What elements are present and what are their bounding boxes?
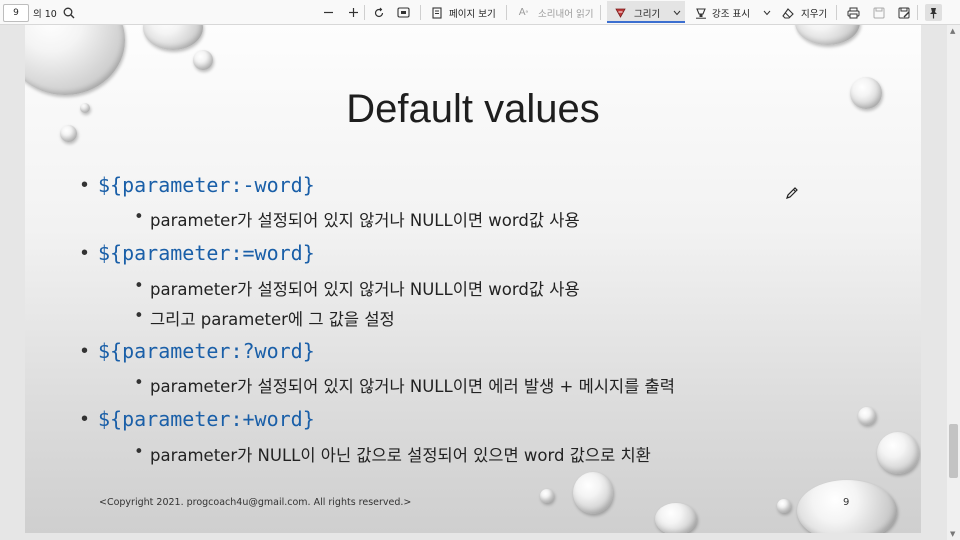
pin-icon[interactable]	[925, 4, 942, 21]
scrollbar-thumb[interactable]	[949, 424, 958, 478]
bullet-dot: •	[134, 373, 144, 392]
chevron-down-icon[interactable]	[758, 4, 775, 21]
bullet-dot: •	[81, 242, 89, 264]
toolbar-divider	[420, 5, 421, 20]
toolbar-divider	[836, 5, 837, 20]
water-drop-decoration	[540, 489, 554, 503]
water-drop-decoration	[858, 407, 876, 425]
save-icon	[870, 4, 887, 21]
bullet-code-item: • ${parameter:+word}	[81, 407, 315, 431]
eraser-icon[interactable]	[780, 4, 797, 21]
bullet-sub-text: parameter가 NULL이 아닌 값으로 설정되어 있으면 word 값으…	[150, 446, 651, 465]
water-drop-decoration	[795, 25, 860, 45]
toolbar-divider	[364, 5, 365, 20]
minus-icon[interactable]	[320, 4, 337, 21]
scroll-up-arrow[interactable]: ▲	[950, 27, 955, 35]
read-aloud-icon: Aᵃ	[518, 7, 529, 18]
read-aloud-button[interactable]: 소리내어 읽기	[538, 0, 593, 25]
bullet-sub-item: • parameter가 설정되어 있지 않거나 NULL이면 word값 사용	[134, 207, 580, 231]
bullet-sub-item: • parameter가 NULL이 아닌 값으로 설정되어 있으면 word …	[134, 442, 651, 466]
chevron-down-icon[interactable]	[668, 4, 685, 21]
erase-button[interactable]: 지우기	[801, 0, 827, 25]
page-view-button[interactable]: 페이지 보기	[449, 0, 496, 25]
pen-cursor-icon	[785, 185, 799, 204]
bullet-code-item: • ${parameter:?word}	[81, 339, 315, 363]
bullet-code-item: • ${parameter:=word}	[81, 241, 315, 265]
bullet-code-item: • ${parameter:-word}	[81, 173, 315, 197]
water-drop-decoration	[143, 25, 203, 50]
slide-page-number: 9	[843, 497, 850, 508]
page-total-label: 의 10	[33, 8, 57, 20]
water-drop-decoration	[25, 25, 125, 95]
toolbar-divider	[917, 5, 918, 20]
rotate-icon[interactable]	[370, 4, 387, 21]
bullet-dot: •	[81, 174, 89, 196]
slide-footer: <Copyright 2021. progcoach4u@gmail.com. …	[99, 497, 412, 508]
bullet-code-text: ${parameter:=word}	[98, 241, 315, 265]
bullet-dot: •	[134, 276, 144, 295]
bullet-sub-text: parameter가 설정되어 있지 않거나 NULL이면 word값 사용	[150, 211, 580, 230]
pdf-toolbar: 9 의 10 페이지 보기 Aᵃ 소리내어 읽기 그리기 강조 표시 지우기	[0, 0, 960, 25]
water-drop-decoration	[655, 503, 697, 533]
bullet-dot: •	[81, 408, 89, 430]
water-drop-decoration	[573, 472, 613, 514]
scroll-down-arrow[interactable]: ▼	[950, 530, 955, 538]
toolbar-divider	[506, 5, 507, 20]
fit-icon[interactable]	[395, 4, 412, 21]
bullet-dot: •	[134, 306, 144, 325]
page-view-icon[interactable]	[428, 4, 445, 21]
draw-label[interactable]: 그리기	[634, 0, 660, 25]
bullet-sub-item: • 그리고 parameter에 그 값을 설정	[134, 306, 395, 330]
plus-icon[interactable]	[345, 4, 362, 21]
print-icon[interactable]	[845, 4, 862, 21]
toolbar-divider	[600, 5, 601, 20]
bullet-code-text: ${parameter:-word}	[98, 173, 315, 197]
draw-icon[interactable]	[612, 4, 629, 21]
bullet-dot: •	[134, 442, 144, 461]
water-drop-decoration	[193, 50, 213, 70]
bullet-sub-item: • parameter가 설정되어 있지 않거나 NULL이면 에러 발생 + …	[134, 373, 675, 397]
slide-title: Default values	[346, 87, 600, 131]
bullet-code-text: ${parameter:?word}	[98, 339, 315, 363]
highlight-icon[interactable]	[692, 4, 709, 21]
bullet-code-text: ${parameter:+word}	[98, 407, 315, 431]
search-icon[interactable]	[60, 4, 77, 21]
page-number-input[interactable]: 9	[3, 4, 29, 22]
bullet-sub-text: parameter가 설정되어 있지 않거나 NULL이면 word값 사용	[150, 280, 580, 299]
bullet-dot: •	[134, 207, 144, 226]
highlight-button[interactable]: 강조 표시	[712, 0, 750, 25]
bullet-sub-item: • parameter가 설정되어 있지 않거나 NULL이면 word값 사용	[134, 276, 580, 300]
water-drop-decoration	[777, 499, 791, 513]
bullet-sub-text: parameter가 설정되어 있지 않거나 NULL이면 에러 발생 + 메시…	[150, 377, 675, 396]
bullet-sub-text: 그리고 parameter에 그 값을 설정	[150, 310, 395, 329]
save-as-icon[interactable]	[895, 4, 912, 21]
water-drop-decoration	[877, 432, 919, 474]
slide-page: Default values • ${parameter:-word} • pa…	[25, 25, 921, 533]
bullet-dot: •	[81, 340, 89, 362]
